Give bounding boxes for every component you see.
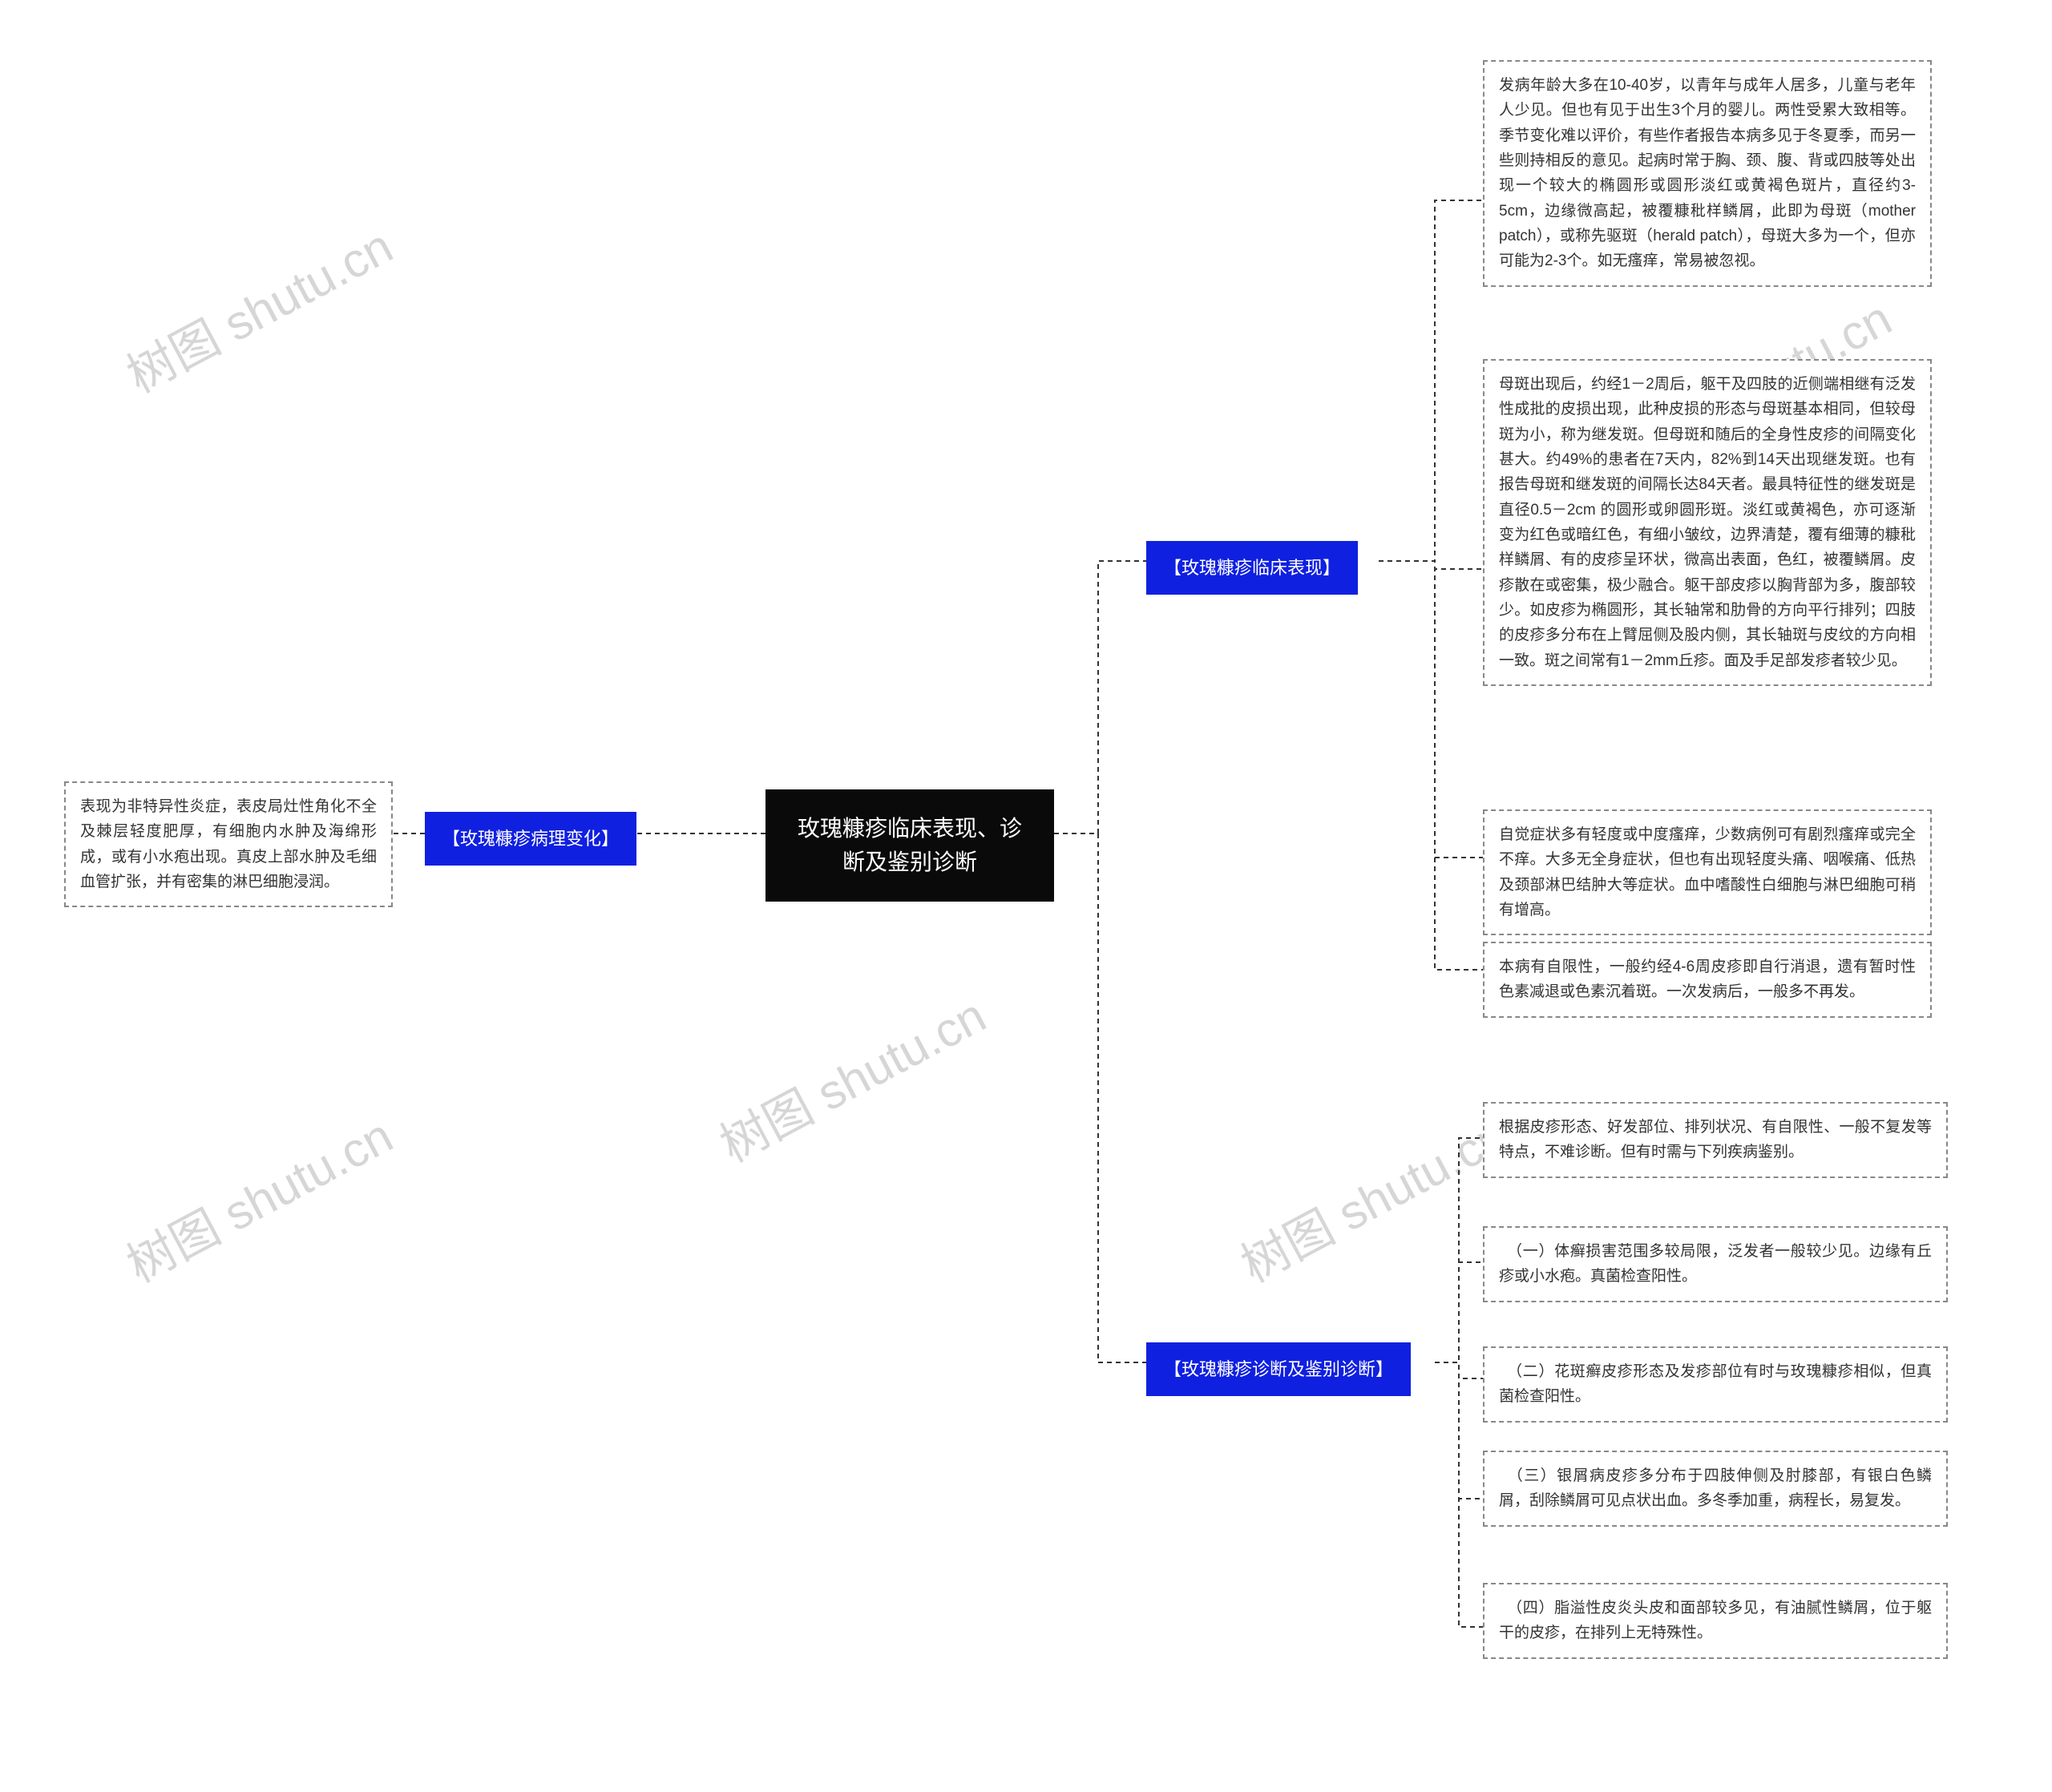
branch-clinical[interactable]: 【玫瑰糠疹临床表现】: [1146, 541, 1358, 595]
watermark: 树图 shutu.cn: [113, 1098, 403, 1296]
watermark: 树图 shutu.cn: [1227, 1098, 1517, 1296]
leaf-diagnosis-0: 根据皮疹形态、好发部位、排列状况、有自限性、一般不复发等特点，不难诊断。但有时需…: [1483, 1102, 1948, 1178]
watermark: 树图 shutu.cn: [113, 208, 403, 406]
leaf-clinical-0: 发病年龄大多在10-40岁，以青年与成年人居多，儿童与老年人少见。但也有见于出生…: [1483, 60, 1932, 287]
left-branch-pathology[interactable]: 【玫瑰糠疹病理变化】: [425, 812, 636, 866]
watermark: 树图 shutu.cn: [706, 978, 996, 1176]
leaf-diagnosis-2: （二）花斑癣皮疹形态及发疹部位有时与玫瑰糠疹相似，但真菌检查阳性。: [1483, 1346, 1948, 1423]
leaf-clinical-1: 母斑出现后，约经1－2周后，躯干及四肢的近侧端相继有泛发性成批的皮损出现，此种皮…: [1483, 359, 1932, 686]
leaf-clinical-2: 自觉症状多有轻度或中度瘙痒，少数病例可有剧烈瘙痒或完全不痒。大多无全身症状，但也…: [1483, 809, 1932, 935]
leaf-diagnosis-3: （三）银屑病皮疹多分布于四肢伸侧及肘膝部，有银白色鳞屑，刮除鳞屑可见点状出血。多…: [1483, 1451, 1948, 1527]
left-leaf-pathology: 表现为非特异性炎症，表皮局灶性角化不全及棘层轻度肥厚，有细胞内水肿及海绵形成，或…: [64, 781, 393, 907]
root-node[interactable]: 玫瑰糠疹临床表现、诊断及鉴别诊断: [765, 789, 1054, 902]
branch-diagnosis[interactable]: 【玫瑰糠疹诊断及鉴别诊断】: [1146, 1342, 1411, 1396]
leaf-diagnosis-1: （一）体癣损害范围多较局限，泛发者一般较少见。边缘有丘疹或小水疱。真菌检查阳性。: [1483, 1226, 1948, 1302]
leaf-clinical-3: 本病有自限性，一般约经4-6周皮疹即自行消退，遗有暂时性色素减退或色素沉着斑。一…: [1483, 942, 1932, 1018]
leaf-diagnosis-4: （四）脂溢性皮炎头皮和面部较多见，有油腻性鳞屑，位于躯干的皮疹，在排列上无特殊性…: [1483, 1583, 1948, 1659]
